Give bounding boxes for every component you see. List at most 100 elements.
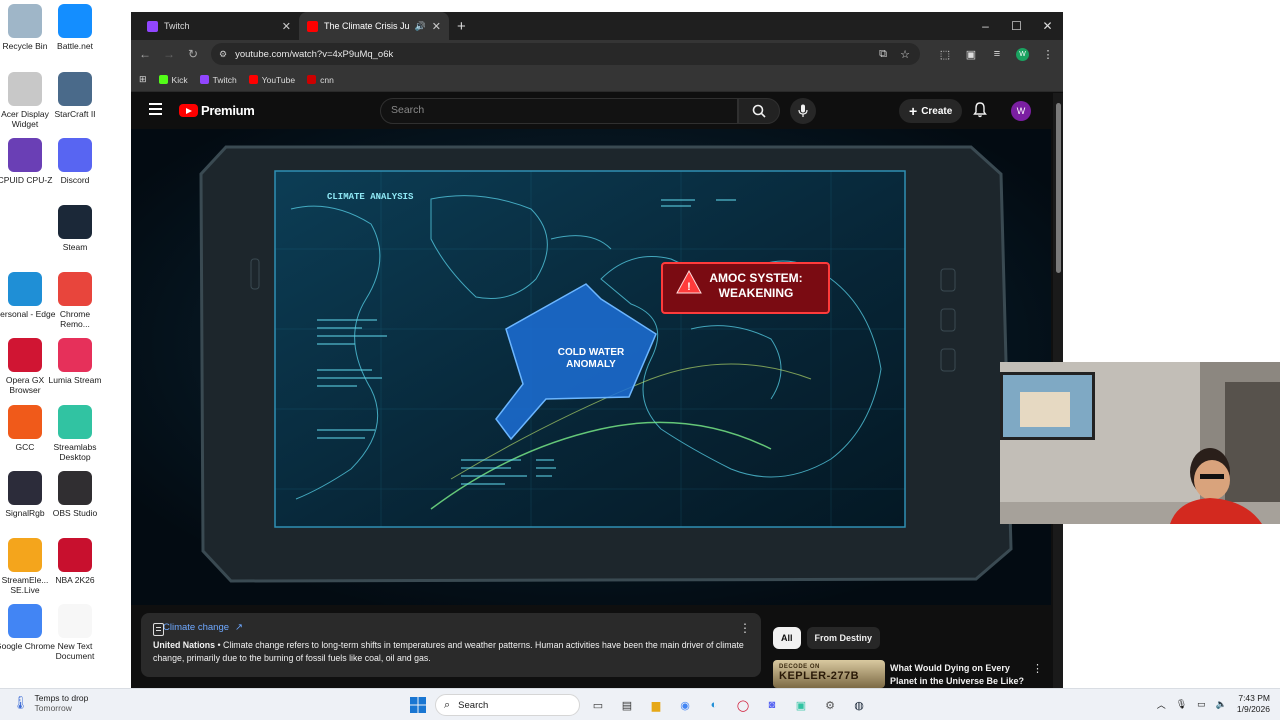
audio-icon[interactable]: 🔊 bbox=[415, 21, 426, 32]
volume-icon[interactable]: 🔈 bbox=[1216, 699, 1227, 710]
sidebar-icon[interactable]: ▣ bbox=[964, 48, 978, 61]
bookmark-label: YouTube bbox=[261, 74, 296, 85]
settings-gear-icon[interactable]: ⚙ bbox=[820, 695, 840, 715]
tab-twitch[interactable]: Twitch ✕ bbox=[139, 12, 299, 40]
forward-arrow-icon[interactable]: → bbox=[163, 47, 175, 61]
anomaly-label-line1: COLD WATER bbox=[558, 347, 625, 358]
desktop-icon-label: OBS Studio bbox=[52, 508, 98, 518]
youtube-icon bbox=[248, 75, 258, 84]
app-icon bbox=[58, 4, 92, 38]
video-player[interactable]: COLD WATER ANOMALY ! AMOC SYSTEM: WEAKEN… bbox=[131, 129, 1051, 605]
weather-widget[interactable]: 🌡 Temps to drop Tomorrow bbox=[12, 693, 88, 713]
tab-youtube-video[interactable]: The Climate Crisis Just Hit a 🔊 ✕ bbox=[299, 12, 449, 40]
alert-line2: WEAKENING bbox=[719, 286, 794, 300]
search-input[interactable]: Search bbox=[380, 98, 738, 124]
kick-icon bbox=[158, 75, 168, 84]
streamlabs-icon[interactable]: ▣ bbox=[791, 695, 811, 715]
steam-icon[interactable]: ◍ bbox=[849, 695, 869, 715]
close-window-button[interactable]: ✕ bbox=[1032, 12, 1063, 40]
video-thumbnail[interactable]: DECODE ON KEPLER-277B bbox=[773, 660, 885, 688]
youtube-logo[interactable]: Premium bbox=[179, 103, 255, 118]
edge-icon[interactable]: ◐ bbox=[704, 695, 724, 715]
recommended-video[interactable]: DECODE ON KEPLER-277B What Would Dying o… bbox=[773, 660, 1051, 688]
network-icon[interactable]: ▭ bbox=[1197, 699, 1206, 710]
app-icon bbox=[8, 471, 42, 505]
microphone-icon[interactable]: 🎙 bbox=[1176, 699, 1187, 710]
address-bar[interactable]: ⚙ youtube.com/watch?v=4xP9uMq_o6k ⧉ ☆ bbox=[211, 43, 920, 65]
chevron-up-icon[interactable]: ︿ bbox=[1157, 698, 1166, 711]
scrollbar-thumb[interactable] bbox=[1056, 103, 1061, 273]
url-text: youtube.com/watch?v=4xP9uMq_o6k bbox=[235, 48, 394, 60]
create-button[interactable]: + Create bbox=[899, 99, 963, 123]
video-title[interactable]: What Would Dying on Every Planet in the … bbox=[890, 662, 1030, 688]
more-vert-icon[interactable]: ⋮ bbox=[739, 621, 751, 635]
chip-from-destiny[interactable]: From Destiny bbox=[806, 627, 881, 649]
chrome-icon[interactable]: ◉ bbox=[675, 695, 695, 715]
youtube-play-icon bbox=[179, 104, 198, 117]
webcam-feed bbox=[1000, 362, 1280, 524]
tablet-button bbox=[940, 268, 956, 292]
reload-icon[interactable]: ↻ bbox=[187, 47, 199, 61]
app-icon bbox=[58, 72, 92, 106]
chip-all[interactable]: All bbox=[773, 627, 801, 649]
app-icon bbox=[8, 338, 42, 372]
desktop-icon-label: Streamlabs Desktop bbox=[53, 442, 97, 462]
discord-icon[interactable]: ◙ bbox=[762, 695, 782, 715]
app-icon bbox=[58, 272, 92, 306]
browser-window: Twitch ✕ The Climate Crisis Just Hit a 🔊… bbox=[131, 12, 1063, 688]
info-source: United Nations bbox=[153, 640, 216, 650]
bookmark-kick[interactable]: Kick bbox=[158, 75, 188, 85]
desktop-icon[interactable]: OBS Studio bbox=[44, 471, 106, 518]
info-topic-link[interactable]: Climate change ↗ bbox=[163, 622, 749, 633]
desktop-icon[interactable]: Chrome Remo... bbox=[44, 272, 106, 329]
maximize-button[interactable]: ☐ bbox=[1001, 12, 1032, 40]
bookmark-youtube[interactable]: YouTube bbox=[248, 74, 296, 85]
desktop-icon[interactable]: Steam bbox=[44, 205, 106, 252]
apps-grid-icon[interactable]: ⊞ bbox=[139, 74, 147, 85]
notifications-button[interactable] bbox=[973, 102, 987, 123]
close-icon[interactable]: ✕ bbox=[282, 20, 291, 33]
desktop-icon[interactable]: Lumia Stream bbox=[44, 338, 106, 385]
video-frame: COLD WATER ANOMALY ! AMOC SYSTEM: WEAKEN… bbox=[131, 129, 1051, 605]
file-explorer-icon[interactable]: ▆ bbox=[646, 695, 666, 715]
account-avatar[interactable]: W bbox=[1011, 101, 1031, 121]
clock[interactable]: 7:43 PM 1/9/2026 bbox=[1237, 693, 1270, 715]
desktop-icon[interactable]: NBA 2K26 bbox=[44, 538, 106, 585]
desktop-icon-label: Steam bbox=[62, 242, 88, 252]
anomaly-label-line2: ANOMALY bbox=[566, 359, 616, 370]
app-icon bbox=[8, 4, 42, 38]
voice-search-button[interactable] bbox=[790, 98, 816, 124]
desktop-icon[interactable]: Streamlabs Desktop bbox=[44, 405, 106, 462]
desktop-icon[interactable]: StarCraft II bbox=[44, 72, 106, 119]
extensions-icon[interactable]: ⬚ bbox=[938, 48, 952, 61]
bookmarks-bar: ⊞ Kick Twitch YouTube cnn bbox=[131, 68, 1063, 92]
tablet-button bbox=[250, 258, 260, 290]
task-view-icon[interactable]: ▭ bbox=[588, 695, 608, 715]
site-info-icon[interactable]: ⚙ bbox=[219, 49, 227, 60]
bookmark-cnn[interactable]: cnn bbox=[307, 75, 334, 85]
bookmark-star-icon[interactable]: ☆ bbox=[898, 48, 912, 61]
search-button[interactable] bbox=[738, 98, 780, 124]
more-vert-icon[interactable]: ⋮ bbox=[1032, 662, 1043, 675]
bookmark-twitch[interactable]: Twitch bbox=[199, 75, 237, 85]
desktop-icon[interactable]: New Text Document bbox=[44, 604, 106, 661]
app-icon bbox=[8, 72, 42, 106]
more-menu-icon[interactable]: ⋮ bbox=[1041, 48, 1055, 61]
widgets-icon[interactable]: ▤ bbox=[617, 695, 637, 715]
desktop-icon[interactable]: Discord bbox=[44, 138, 106, 185]
close-icon[interactable]: ✕ bbox=[432, 20, 441, 33]
minimize-button[interactable]: – bbox=[970, 12, 1001, 40]
opera-gx-icon[interactable]: ◯ bbox=[733, 695, 753, 715]
cast-icon[interactable]: ⧉ bbox=[876, 48, 890, 61]
profile-avatar[interactable]: W bbox=[1016, 47, 1029, 61]
hamburger-menu-icon[interactable] bbox=[149, 103, 162, 115]
new-tab-button[interactable]: + bbox=[449, 18, 474, 35]
window-controls: – ☐ ✕ bbox=[970, 12, 1063, 40]
reading-list-icon[interactable]: ≡ bbox=[990, 48, 1004, 60]
weather-line2: Tomorrow bbox=[34, 703, 72, 713]
taskbar-search[interactable]: ⌕ Search bbox=[435, 694, 580, 716]
desktop-icon[interactable]: Battle.net bbox=[44, 4, 106, 51]
windows-start-icon[interactable] bbox=[408, 695, 428, 715]
address-row: ← → ↻ ⚙ youtube.com/watch?v=4xP9uMq_o6k … bbox=[131, 40, 1063, 68]
back-arrow-icon[interactable]: ← bbox=[139, 47, 151, 61]
